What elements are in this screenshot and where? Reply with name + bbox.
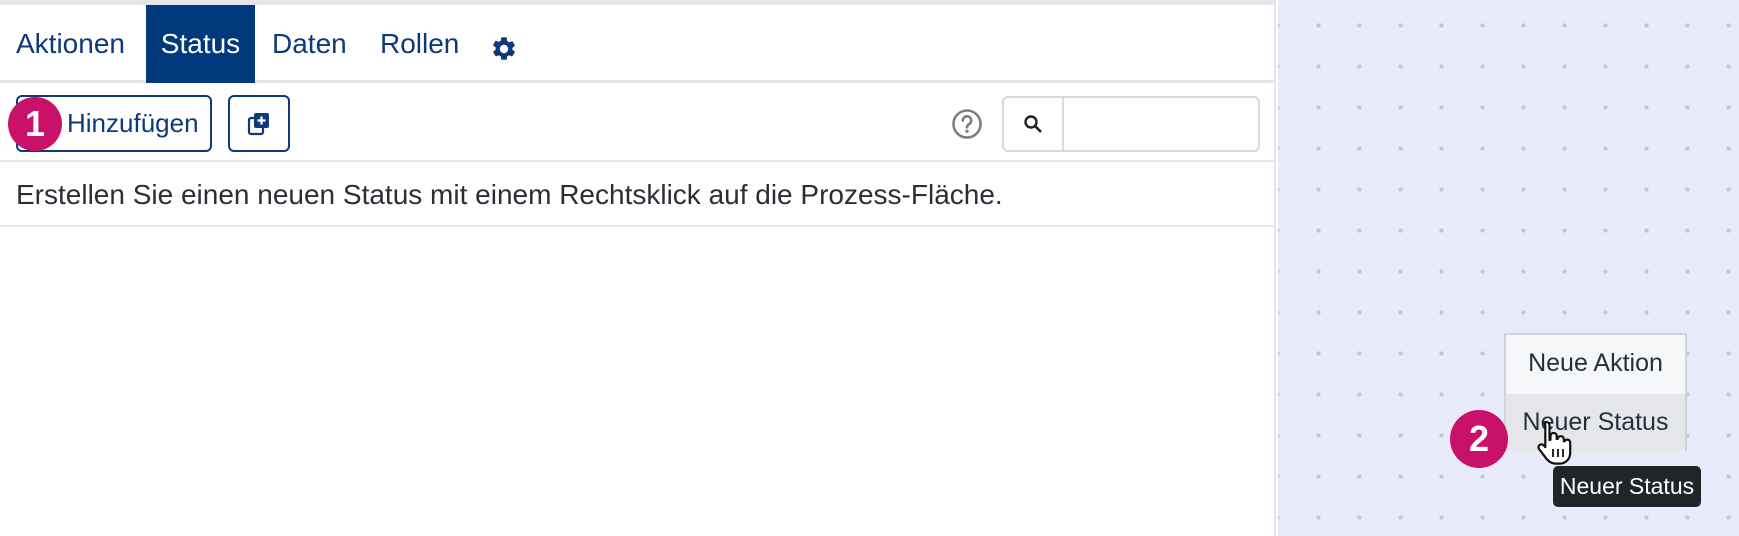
search-icon	[1024, 115, 1042, 133]
tab-status[interactable]: Status	[146, 5, 255, 83]
toolbar: Hinzufügen	[0, 86, 1276, 162]
add-copy-button[interactable]	[228, 95, 290, 152]
info-text: Erstellen Sie einen neuen Status mit ein…	[16, 179, 1003, 210]
hand-pointer-icon	[1537, 420, 1572, 465]
search-box	[1002, 96, 1260, 152]
tab-aktionen[interactable]: Aktionen	[16, 5, 125, 83]
context-menu: Neue Aktion Neuer Status	[1504, 333, 1687, 451]
process-editor-panel: Aktionen Status Daten Rollen Hinzufügen	[0, 0, 1276, 536]
menu-item-neue-aktion[interactable]: Neue Aktion	[1506, 335, 1685, 392]
process-canvas[interactable]	[1278, 0, 1739, 536]
tab-bar: Aktionen Status Daten Rollen	[0, 5, 1276, 83]
tab-daten[interactable]: Daten	[272, 5, 347, 83]
add-copy-icon	[247, 113, 269, 136]
question-circle-icon[interactable]	[951, 108, 983, 140]
search-input[interactable]	[1066, 98, 1258, 150]
search-addon	[1004, 98, 1064, 150]
menu-item-neuer-status[interactable]: Neuer Status	[1506, 394, 1685, 451]
tab-rollen[interactable]: Rollen	[380, 5, 459, 83]
info-row: Erstellen Sie einen neuen Status mit ein…	[0, 162, 1276, 227]
tooltip: Neuer Status	[1553, 466, 1701, 507]
step-badge-2: 2	[1450, 410, 1508, 468]
add-button-label: Hinzufügen	[67, 108, 199, 138]
step-badge-1: 1	[8, 97, 62, 151]
gear-icon[interactable]	[490, 35, 518, 63]
